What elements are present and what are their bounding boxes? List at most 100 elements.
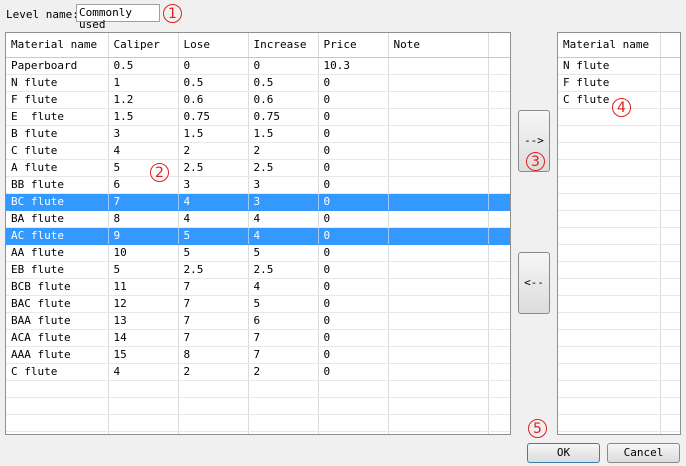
table-cell: 1.2 [108, 91, 179, 109]
table-cell: BC flute [6, 193, 109, 211]
table-row[interactable]: BA flute 8 4 4 0 [6, 210, 510, 228]
empty-cell [388, 397, 489, 415]
empty-cell [558, 431, 661, 434]
empty-cell [108, 431, 179, 434]
table-cell: 2 [178, 142, 249, 160]
table-cell: 4 [248, 227, 319, 245]
table-row[interactable]: EB flute 5 2.5 2.5 0 [6, 261, 510, 279]
callout-marker-2: 2 [150, 163, 169, 182]
column-header[interactable]: Lose [178, 33, 249, 58]
table-row[interactable]: ACA flute 14 7 7 0 [6, 329, 510, 347]
table-cell: 12 [108, 295, 179, 313]
table-cell [388, 244, 489, 262]
table-cell: 0 [318, 261, 389, 279]
table-cell: 0 [318, 346, 389, 364]
selected-materials-table[interactable]: Material name N flute F flute C flute [557, 32, 681, 435]
table-row[interactable]: F flute 1.2 0.6 0.6 0 [6, 91, 510, 109]
table-row[interactable]: E flute 1.5 0.75 0.75 0 [6, 108, 510, 126]
empty-row [558, 295, 680, 313]
table-cell: C flute [558, 91, 661, 109]
table-row[interactable]: N flute [558, 57, 680, 75]
empty-cell [558, 397, 661, 415]
table-cell: EB flute [6, 261, 109, 279]
empty-cell [388, 380, 489, 398]
table-cell: 15 [108, 346, 179, 364]
column-header-empty [488, 33, 510, 58]
column-header[interactable]: Caliper [108, 33, 179, 58]
table-row[interactable]: BB flute 6 3 3 0 [6, 176, 510, 194]
empty-cell [388, 431, 489, 434]
table-cell: 0 [318, 108, 389, 126]
table-row[interactable]: AAA flute 15 8 7 0 [6, 346, 510, 364]
table-cell: 7 [248, 346, 319, 364]
empty-row [558, 329, 680, 347]
table-cell: 8 [178, 346, 249, 364]
cancel-button[interactable]: Cancel [607, 443, 680, 463]
table-cell: 1.5 [248, 125, 319, 143]
table-row[interactable]: A flute 5 2.5 2.5 0 [6, 159, 510, 177]
empty-cell [318, 397, 389, 415]
table-row[interactable]: BAC flute 12 7 5 0 [6, 295, 510, 313]
empty-row [558, 159, 680, 177]
column-header[interactable]: Increase [248, 33, 319, 58]
table-cell: 3 [108, 125, 179, 143]
empty-row [558, 142, 680, 160]
empty-cell [488, 193, 510, 211]
empty-cell [660, 193, 680, 211]
table-cell: BAA flute [6, 312, 109, 330]
table-cell: 3 [248, 193, 319, 211]
table-cell: AC flute [6, 227, 109, 245]
empty-cell [248, 414, 319, 432]
table-cell: 6 [248, 312, 319, 330]
empty-cell [558, 193, 661, 211]
empty-cell [558, 210, 661, 228]
table-cell: 14 [108, 329, 179, 347]
table-cell: 0 [318, 244, 389, 262]
table-row[interactable]: C flute 4 2 2 0 [6, 142, 510, 160]
level-name-label: Level name: [6, 8, 79, 21]
table-row[interactable]: F flute [558, 74, 680, 92]
table-cell: 0.5 [248, 74, 319, 92]
callout-marker-3: 3 [526, 152, 545, 171]
empty-cell [660, 329, 680, 347]
table-row[interactable]: C flute 4 2 2 0 [6, 363, 510, 381]
table-cell: 5 [248, 295, 319, 313]
table-row[interactable]: AA flute 10 5 5 0 [6, 244, 510, 262]
table-row[interactable]: BC flute 7 4 3 0 [6, 193, 510, 211]
empty-row [6, 414, 510, 432]
table-row[interactable]: N flute 1 0.5 0.5 0 [6, 74, 510, 92]
column-header[interactable]: Material name [558, 33, 661, 58]
empty-cell [488, 312, 510, 330]
materials-table[interactable]: Material name Caliper Lose Increase Price Not… [5, 32, 511, 435]
empty-cell [488, 414, 510, 432]
remove-from-level-button[interactable]: <-- [518, 252, 550, 314]
table-cell: 4 [108, 142, 179, 160]
table-cell: 11 [108, 278, 179, 296]
table-cell [388, 125, 489, 143]
empty-row [558, 397, 680, 415]
empty-row [558, 193, 680, 211]
empty-row [558, 125, 680, 143]
level-name-field[interactable]: Commonly used [76, 4, 160, 31]
empty-cell [558, 329, 661, 347]
table-row[interactable]: Paperboard 0.5 0 0 10.3 [6, 57, 510, 75]
table-cell: 5 [108, 261, 179, 279]
table-row[interactable]: BCB flute 11 7 4 0 [6, 278, 510, 296]
empty-cell [488, 431, 510, 434]
empty-cell [488, 278, 510, 296]
column-header[interactable]: Material name [6, 33, 109, 58]
column-header[interactable]: Price [318, 33, 389, 58]
table-cell [388, 159, 489, 177]
empty-cell [660, 261, 680, 279]
table-row[interactable]: AC flute 9 5 4 0 [6, 227, 510, 245]
ok-button[interactable]: OK [527, 443, 600, 463]
column-header[interactable]: Note [388, 33, 489, 58]
table-cell: 0.6 [178, 91, 249, 109]
empty-row [6, 431, 510, 434]
table-cell: 0 [318, 91, 389, 109]
table-row[interactable]: BAA flute 13 7 6 0 [6, 312, 510, 330]
empty-cell [488, 363, 510, 381]
table-row[interactable]: B flute 3 1.5 1.5 0 [6, 125, 510, 143]
table-cell: Paperboard [6, 57, 109, 75]
table-cell: 0 [318, 159, 389, 177]
